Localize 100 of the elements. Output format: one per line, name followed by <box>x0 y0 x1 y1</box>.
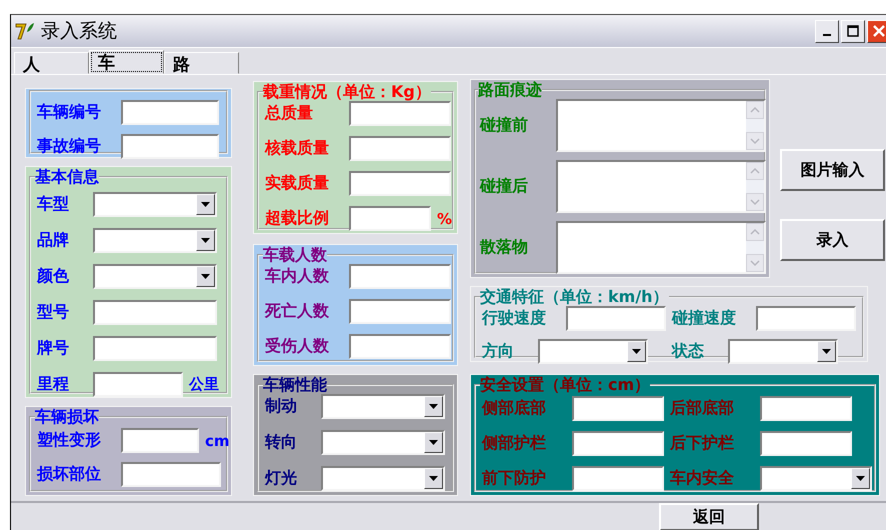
dropdown-button[interactable] <box>196 194 215 215</box>
field-label: 碰撞前 <box>480 115 529 136</box>
text-area[interactable] <box>556 99 766 152</box>
caret-icon <box>632 349 641 354</box>
field-label: 碰撞后 <box>480 176 529 197</box>
close-icon <box>873 25 885 37</box>
text-field[interactable] <box>93 300 217 325</box>
text-field[interactable] <box>121 462 221 487</box>
app-logo-icon <box>15 22 35 40</box>
text-field[interactable] <box>760 431 852 456</box>
text-area[interactable] <box>556 160 766 213</box>
group-title: 交通特征（单位：km/h） <box>480 288 669 306</box>
field-label: 车型 <box>37 194 70 215</box>
field-label: 总质量 <box>265 103 314 124</box>
unit-label: % <box>437 210 452 228</box>
dropdown-button[interactable] <box>851 468 870 489</box>
field-label: 灯光 <box>265 468 298 489</box>
field-label: 前下防护 <box>482 468 547 489</box>
group-title: 安全设置（单位：cm） <box>480 376 650 394</box>
text-field[interactable] <box>93 372 183 397</box>
caret-icon <box>429 404 438 409</box>
dropdown-button[interactable] <box>196 230 215 251</box>
field-label: 转向 <box>265 432 298 453</box>
group-title: 车载人数 <box>263 246 327 264</box>
action-button[interactable]: 图片输入 <box>780 149 885 191</box>
dropdown-field[interactable] <box>760 466 872 491</box>
unit-label: 公里 <box>189 375 219 394</box>
text-field[interactable] <box>349 299 451 324</box>
group-title: 车辆损坏 <box>35 408 99 426</box>
text-field[interactable] <box>121 134 219 159</box>
field-label: 制动 <box>265 396 298 417</box>
text-area[interactable] <box>556 221 766 274</box>
dropdown-field[interactable] <box>321 394 445 419</box>
field-label: 受伤人数 <box>265 336 330 357</box>
group-title: 基本信息 <box>35 168 99 186</box>
caret-icon <box>201 238 210 243</box>
field-label: 牌号 <box>37 338 70 359</box>
text-field[interactable] <box>121 100 219 125</box>
text-field[interactable] <box>121 428 199 453</box>
maximize-icon <box>847 25 859 37</box>
field-label: 行驶速度 <box>482 308 547 329</box>
dropdown-button[interactable] <box>424 396 443 417</box>
field-label: 状态 <box>672 341 705 362</box>
text-field[interactable] <box>349 136 451 161</box>
unit-label: cm <box>205 432 230 450</box>
field-label: 塑性变形 <box>37 430 102 451</box>
tab[interactable]: 人 <box>14 52 89 74</box>
action-button[interactable]: 录入 <box>780 219 885 261</box>
text-field[interactable] <box>349 171 451 196</box>
field-label: 车内安全 <box>670 468 735 489</box>
field-label: 颜色 <box>37 266 70 287</box>
dropdown-button[interactable] <box>424 468 443 489</box>
caret-icon <box>856 476 865 481</box>
field-label: 侧部底部 <box>482 398 547 419</box>
field-label: 车内人数 <box>265 266 330 287</box>
text-field[interactable] <box>349 264 451 289</box>
caret-icon <box>201 202 210 207</box>
field-label: 里程 <box>37 374 70 395</box>
text-field[interactable] <box>349 206 431 231</box>
caret-icon <box>822 349 831 354</box>
text-field[interactable] <box>756 306 856 331</box>
caret-icon <box>429 476 438 481</box>
back-button[interactable]: 返回 <box>659 503 759 530</box>
tab[interactable]: 路 <box>164 52 239 74</box>
close-button[interactable] <box>867 20 886 42</box>
field-label: 实载质量 <box>265 173 330 194</box>
field-label: 品牌 <box>37 230 70 251</box>
text-field[interactable] <box>93 336 217 361</box>
text-field[interactable] <box>760 396 852 421</box>
text-field[interactable] <box>349 334 451 359</box>
text-field[interactable] <box>349 101 451 126</box>
dropdown-field[interactable] <box>93 192 217 217</box>
dropdown-field[interactable] <box>321 430 445 455</box>
text-field[interactable] <box>572 431 664 456</box>
dropdown-field[interactable] <box>321 466 445 491</box>
field-label: 型号 <box>37 302 70 323</box>
field-label: 方向 <box>482 341 515 362</box>
dropdown-button[interactable] <box>424 432 443 453</box>
dropdown-field[interactable] <box>93 264 217 289</box>
minimize-icon <box>823 34 831 36</box>
text-field[interactable] <box>572 466 664 491</box>
field-label: 车辆编号 <box>37 102 102 123</box>
field-label: 散落物 <box>480 237 529 258</box>
dropdown-field[interactable] <box>538 339 648 364</box>
minimize-button[interactable] <box>815 20 839 42</box>
field-label: 损坏部位 <box>37 464 102 485</box>
dropdown-button[interactable] <box>817 341 836 362</box>
dropdown-button[interactable] <box>627 341 646 362</box>
dropdown-field[interactable] <box>93 228 217 253</box>
caret-icon <box>201 274 210 279</box>
dropdown-button[interactable] <box>196 266 215 287</box>
text-field[interactable] <box>566 306 666 331</box>
text-field[interactable] <box>572 396 664 421</box>
maximize-button[interactable] <box>841 20 865 42</box>
dropdown-field[interactable] <box>728 339 838 364</box>
field-label: 死亡人数 <box>265 301 330 322</box>
tab[interactable]: 车 <box>89 50 164 74</box>
group-title: 车辆性能 <box>263 376 327 394</box>
group-title: 路面痕迹 <box>478 81 542 99</box>
field-label: 后部底部 <box>670 398 735 419</box>
